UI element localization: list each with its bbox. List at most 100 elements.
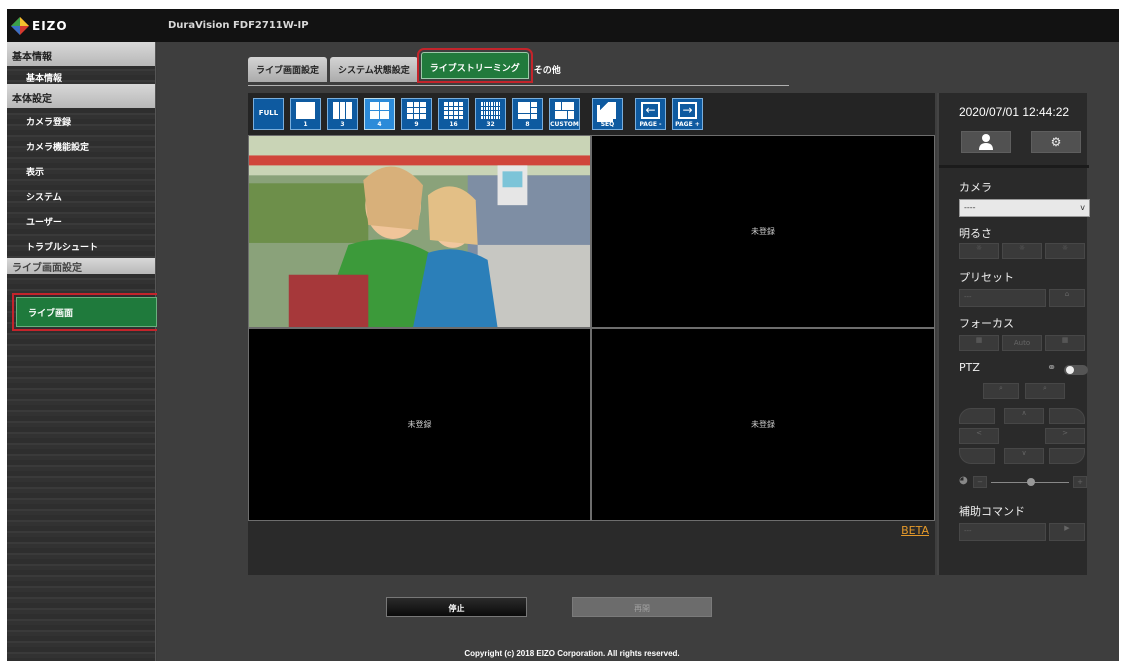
page-prev-label: PAGE - [639,121,662,128]
layout-1-button[interactable]: 1 [290,98,321,130]
layout-9-label: 9 [414,121,419,128]
aux-command-send-button[interactable]: ▶ [1049,523,1085,541]
resume-button[interactable]: 再開 [572,597,712,617]
focus-near-button[interactable]: ▦ [959,335,999,351]
camera-select[interactable]: ---- v [959,199,1090,217]
sidebar-section-device-settings: 本体設定 [7,84,155,108]
sidebar-item-user[interactable]: ユーザー [7,208,155,233]
sun-small-icon: ☼ [975,244,983,252]
sidebar-item-troubleshoot[interactable]: トラブルシュート [7,233,155,258]
arrow-down-icon: ∨ [1021,449,1027,457]
video-cell-1[interactable] [248,135,591,328]
tab-live-streaming[interactable]: ライブストリーミング [416,48,533,83]
preset-select-value: --- [964,293,972,301]
video-cell-2[interactable]: 未登録 [591,135,935,328]
pan-down-right-button[interactable] [1049,448,1085,464]
tab-live-screen-settings[interactable]: ライブ画面設定 [248,57,328,82]
layout-32-button[interactable]: 32 [475,98,506,130]
sidebar-section-basic-info: 基本情報 [7,42,155,66]
layout-custom-icon [555,102,574,119]
user-icon [979,134,993,150]
layout-8-button[interactable]: 8 [512,98,543,130]
layout-16-label: 16 [449,121,458,128]
layout-16-icon [444,102,463,119]
pan-down-left-button[interactable] [959,448,995,464]
sidebar-item-system[interactable]: システム [7,183,155,208]
speed-icon: ◕ [959,475,968,486]
preset-select[interactable]: --- [959,289,1046,307]
sequence-label: SEQ [600,121,615,128]
sidebar-item-camera-function[interactable]: カメラ機能設定 [7,133,155,158]
stop-button[interactable]: 停止 [386,597,527,617]
camera-label: カメラ [959,181,992,194]
full-button[interactable]: FULL [253,98,284,130]
zoom-out-icon: ⌕ [999,384,1003,392]
layout-4-icon [370,102,389,119]
preset-home-button[interactable]: ⌂ [1049,289,1085,307]
page-prev-button[interactable]: ← PAGE - [635,98,666,130]
brightness-up-button[interactable]: ☼ [1045,243,1085,259]
layout-1-icon [296,102,315,119]
home-icon: ⌂ [1064,290,1070,298]
pan-up-button[interactable]: ∧ [1004,408,1044,424]
page-next-icon: → [678,102,697,119]
preset-label: プリセット [959,271,1014,284]
sun-large-icon: ☼ [1061,244,1069,252]
layout-9-icon [407,102,426,119]
layout-16-button[interactable]: 16 [438,98,469,130]
speed-plus-button[interactable]: + [1073,476,1087,488]
sidebar-item-live-screen[interactable]: ライブ画面 [12,293,161,331]
gear-icon: ⚙ [1050,135,1062,149]
camera-feed-image [249,136,590,327]
tab-system-status-settings[interactable]: システム状態設定 [330,57,418,82]
sidebar-section-live-settings: ライブ画面設定 [7,258,155,274]
sun-icon: ☼ [1018,244,1026,252]
layout-9-button[interactable]: 9 [401,98,432,130]
speed-minus-button[interactable]: − [973,476,987,488]
brightness-down-button[interactable]: ☼ [959,243,999,259]
user-button[interactable] [961,131,1011,153]
sidebar-item-display[interactable]: 表示 [7,158,155,183]
zoom-in-button[interactable]: ⌕ [1025,383,1065,399]
layout-custom-label: CUSTOM [550,121,579,128]
eizo-logo: EIZO [11,17,68,35]
live-video-grid: 未登録 未登録 未登録 [248,135,935,521]
layout-3-button[interactable]: 3 [327,98,358,130]
page-next-button[interactable]: → PAGE + [672,98,703,130]
pan-right-button[interactable]: > [1045,428,1085,444]
control-panel: 2020/07/01 12:44:22 ⚙ カメラ ---- v 明るさ ☼ ☼ … [937,93,1090,575]
aux-command-value: --- [964,527,972,535]
panel-divider [939,165,1089,168]
ptz-toggle[interactable] [1064,365,1088,375]
joystick-icon: ⚭ [1047,361,1057,374]
focus-auto-button[interactable]: Auto [1002,335,1042,351]
pan-up-right-button[interactable] [1049,408,1085,424]
page-next-label: PAGE + [675,121,700,128]
layout-4-label: 4 [377,121,382,128]
beta-link[interactable]: BETA [901,524,929,537]
video-cell-4[interactable]: 未登録 [591,328,935,521]
unregistered-label: 未登録 [751,227,775,236]
aux-command-select[interactable]: --- [959,523,1046,541]
sequence-button[interactable]: SEQ [592,98,623,130]
brightness-reset-button[interactable]: ☼ [1002,243,1042,259]
settings-button[interactable]: ⚙ [1031,131,1081,153]
top-bar: EIZO DuraVision FDF2711W-IP [7,9,1119,42]
pan-left-button[interactable]: < [959,428,999,444]
unregistered-label: 未登録 [407,420,432,429]
focus-far-button[interactable]: ▦ [1045,335,1085,351]
tab-other[interactable]: その他 [532,57,569,82]
grid-footer: BETA [248,521,935,575]
sidebar-item-basic-info[interactable]: 基本情報 [7,66,155,84]
layout-custom-button[interactable]: CUSTOM [549,98,580,130]
ptz-label: PTZ [959,361,980,374]
pan-up-left-button[interactable] [959,408,995,424]
pan-down-button[interactable]: ∨ [1004,448,1044,464]
sidebar-item-camera-registration[interactable]: カメラ登録 [7,108,155,133]
speed-slider-thumb[interactable] [1027,478,1035,486]
zoom-out-button[interactable]: ⌕ [983,383,1019,399]
eizo-diamond-icon [11,17,29,35]
video-cell-3[interactable]: 未登録 [248,328,591,521]
arrow-left-icon: < [976,429,982,437]
layout-4-button[interactable]: 4 [364,98,395,130]
